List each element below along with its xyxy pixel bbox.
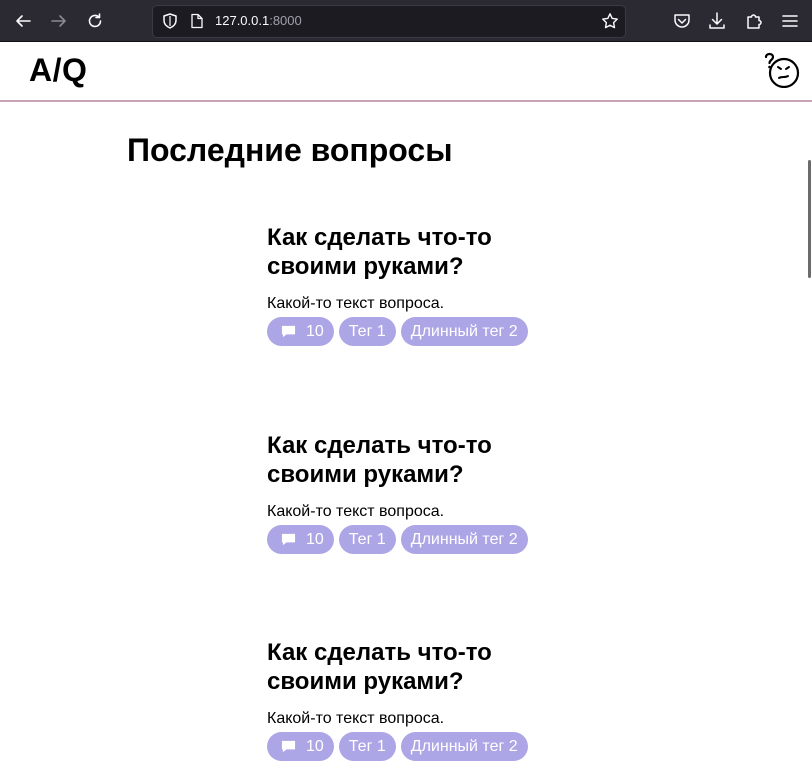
question-card: Как сделать что-то своими руками? Какой-… [267, 638, 587, 761]
reload-icon [88, 13, 102, 28]
answers-count: 10 [306, 737, 324, 755]
answers-count-chip[interactable]: 10 [267, 317, 334, 346]
comment-icon [281, 325, 296, 338]
question-chips: 10 Тег 1 Длинный тег 2 [267, 317, 528, 346]
page-title: Последние вопросы [127, 132, 453, 168]
reload-button[interactable] [83, 9, 107, 33]
answers-count: 10 [306, 322, 324, 340]
forward-arrow-icon [51, 15, 66, 27]
comment-icon [281, 533, 296, 546]
site-header: A/Q [0, 42, 812, 102]
confused-face-icon[interactable] [762, 48, 802, 88]
answers-count-chip[interactable]: 10 [267, 732, 334, 761]
tag-chip[interactable]: Тег 1 [338, 525, 396, 554]
question-chips: 10 Тег 1 Длинный тег 2 [267, 525, 528, 554]
tag-chip[interactable]: Тег 1 [338, 732, 396, 761]
question-title[interactable]: Как сделать что-то своими руками? [267, 638, 587, 696]
site-logo[interactable]: A/Q [29, 52, 87, 89]
tag-chip[interactable]: Тег 1 [338, 317, 396, 346]
download-icon[interactable] [707, 11, 727, 31]
tag-chip[interactable]: Длинный тег 2 [400, 732, 528, 761]
question-text: Какой-то текст вопроса. [267, 710, 445, 727]
comment-icon [281, 740, 296, 753]
back-button[interactable] [11, 9, 35, 33]
forward-button[interactable] [47, 9, 71, 33]
browser-toolbar: 127.0.0.1:8000 [0, 0, 812, 42]
hamburger-icon[interactable] [780, 11, 800, 31]
question-title[interactable]: Как сделать что-то своими руками? [267, 431, 587, 489]
address-bar[interactable]: 127.0.0.1:8000 [152, 5, 626, 38]
back-arrow-icon [16, 15, 31, 27]
answers-count-chip[interactable]: 10 [267, 525, 334, 554]
star-icon[interactable] [601, 12, 619, 30]
pocket-icon[interactable] [672, 11, 692, 31]
tag-chip[interactable]: Длинный тег 2 [400, 525, 528, 554]
url-port: :8000 [269, 13, 302, 28]
page-scrollbar[interactable] [808, 160, 811, 278]
url-text[interactable]: 127.0.0.1:8000 [215, 13, 302, 29]
url-host: 127.0.0.1 [215, 13, 270, 28]
answers-count: 10 [306, 530, 324, 548]
question-chips: 10 Тег 1 Длинный тег 2 [267, 732, 528, 761]
question-title[interactable]: Как сделать что-то своими руками? [267, 223, 587, 281]
puzzle-icon[interactable] [744, 11, 764, 31]
tag-chip[interactable]: Длинный тег 2 [400, 317, 528, 346]
question-card: Как сделать что-то своими руками? Какой-… [267, 431, 587, 554]
question-text: Какой-то текст вопроса. [267, 503, 445, 520]
page-icon[interactable] [189, 13, 205, 29]
question-text: Какой-то текст вопроса. [267, 295, 445, 312]
question-card: Как сделать что-то своими руками? Какой-… [267, 223, 587, 346]
shield-icon[interactable] [161, 12, 179, 30]
